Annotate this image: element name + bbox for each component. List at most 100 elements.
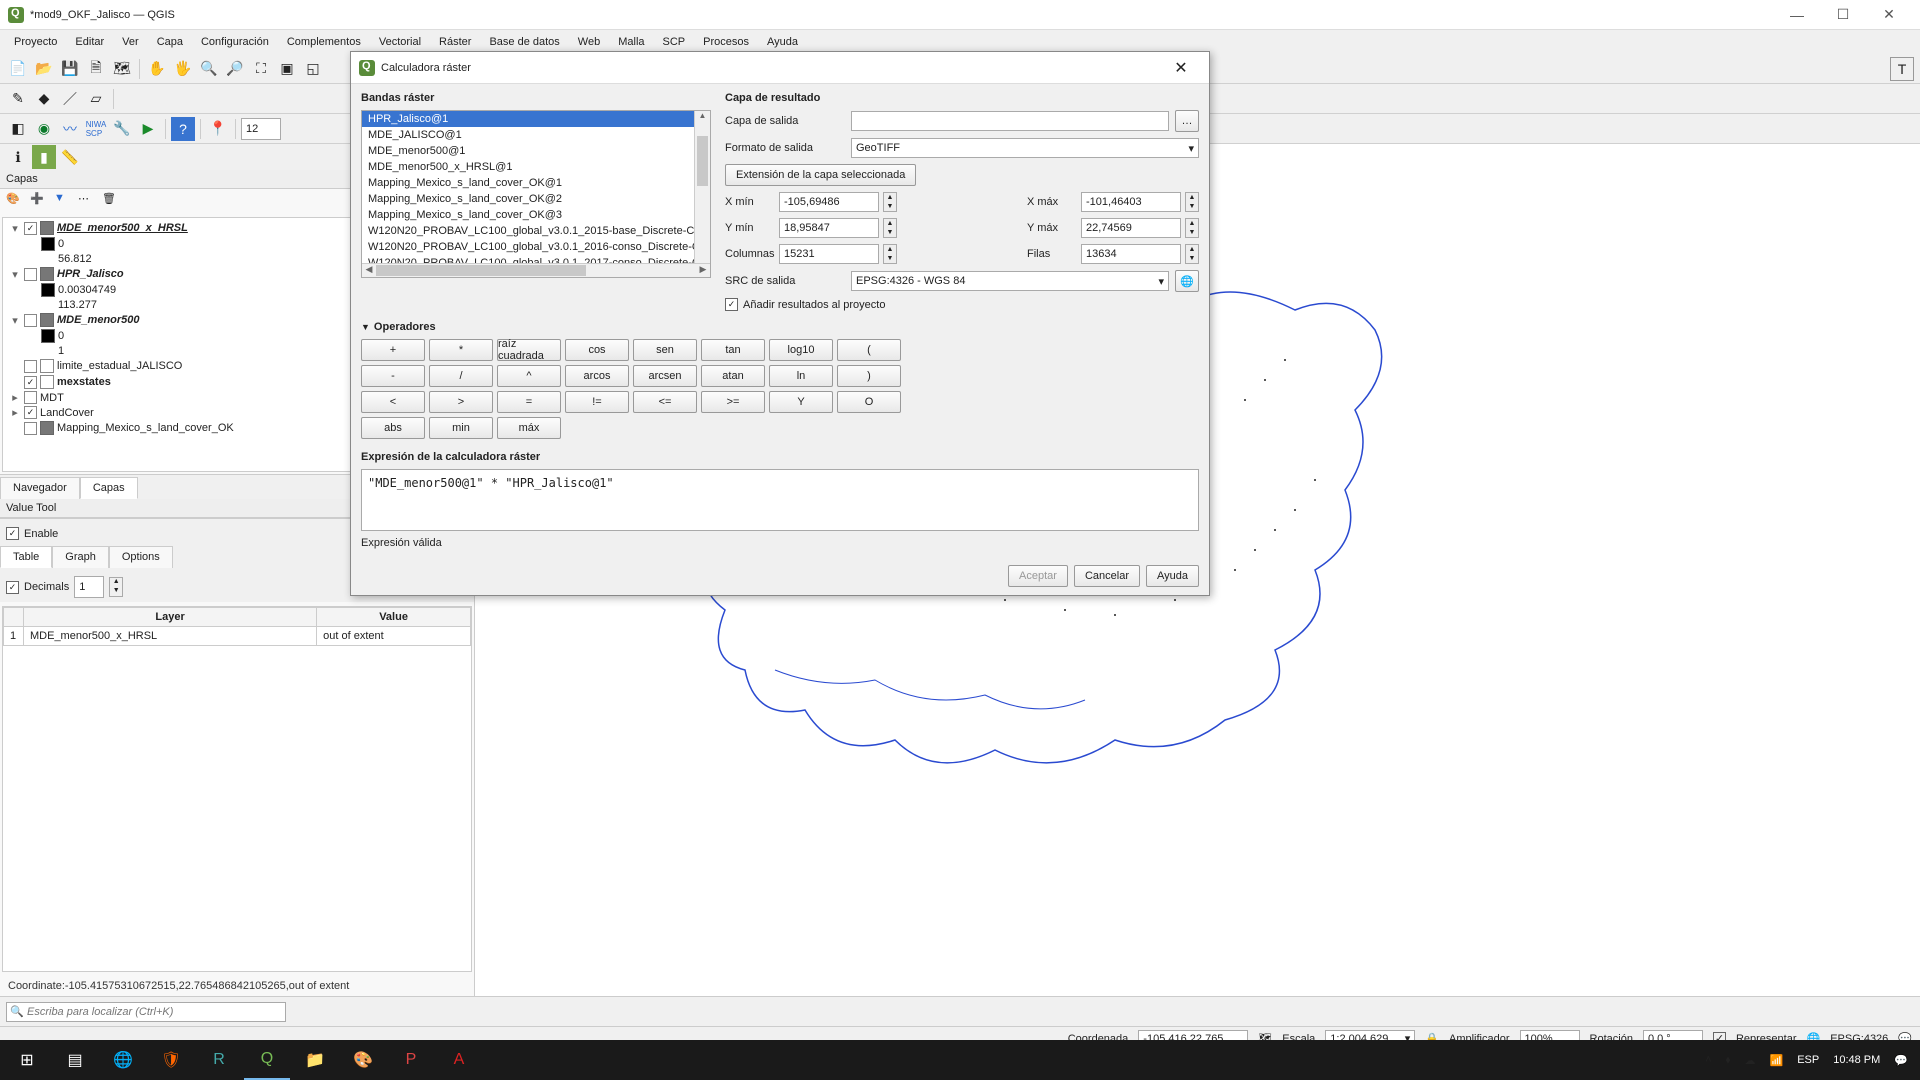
op-eq[interactable]: =: [497, 391, 561, 413]
notifications-icon[interactable]: 💬: [1894, 1054, 1908, 1067]
op-sqrt[interactable]: raíz cuadrada: [497, 339, 561, 361]
menu-procesos[interactable]: Procesos: [695, 33, 757, 51]
tab-table[interactable]: Table: [0, 546, 52, 568]
maximize-button[interactable]: ☐: [1820, 0, 1866, 30]
op-pow[interactable]: ^: [497, 365, 561, 387]
menu-raster[interactable]: Ráster: [431, 33, 479, 51]
extent-button[interactable]: Extensión de la capa seleccionada: [725, 164, 916, 186]
scp-run-icon[interactable]: ▶: [136, 117, 160, 141]
op-lte[interactable]: <=: [633, 391, 697, 413]
expand-toggle[interactable]: ▾: [9, 222, 21, 235]
list-item[interactable]: W120N20_PROBAV_LC100_global_v3.0.1_2016-…: [362, 239, 710, 255]
bands-listbox[interactable]: HPR_Jalisco@1 MDE_JALISCO@1 MDE_menor500…: [361, 110, 711, 278]
op-div[interactable]: /: [429, 365, 493, 387]
layer-checkbox[interactable]: [24, 268, 37, 281]
menu-configuracion[interactable]: Configuración: [193, 33, 277, 51]
menu-basedatos[interactable]: Base de datos: [481, 33, 567, 51]
layer-name[interactable]: Mapping_Mexico_s_land_cover_OK: [57, 422, 234, 434]
brave-icon[interactable]: 🛡: [148, 1040, 194, 1080]
style-icon[interactable]: 🎨: [6, 192, 26, 212]
expand-toggle[interactable]: ▸: [9, 406, 21, 419]
horizontal-scrollbar[interactable]: ◀▶: [362, 263, 710, 277]
op-rparen[interactable]: ): [837, 365, 901, 387]
menu-ayuda[interactable]: Ayuda: [759, 33, 806, 51]
dropbox-icon[interactable]: ⬧: [1726, 1054, 1731, 1067]
layer-name[interactable]: HPR_Jalisco: [57, 268, 124, 280]
poly-icon[interactable]: ▱: [84, 87, 108, 111]
output-format-select[interactable]: GeoTIFF▾: [851, 138, 1199, 158]
layer-name[interactable]: MDT: [40, 392, 64, 404]
tray-lang[interactable]: ESP: [1797, 1054, 1819, 1066]
menu-scp[interactable]: SCP: [655, 33, 694, 51]
identify-icon[interactable]: ℹ: [6, 145, 30, 169]
start-icon[interactable]: ⊞: [4, 1040, 50, 1080]
op-gt[interactable]: >: [429, 391, 493, 413]
chrome-icon[interactable]: 🌐: [100, 1040, 146, 1080]
expand-icon[interactable]: ⋯: [78, 192, 98, 212]
taskview-icon[interactable]: ▤: [52, 1040, 98, 1080]
list-item[interactable]: MDE_JALISCO@1: [362, 127, 710, 143]
menu-complementos[interactable]: Complementos: [279, 33, 369, 51]
op-acos[interactable]: arcos: [565, 365, 629, 387]
list-item[interactable]: Mapping_Mexico_s_land_cover_OK@3: [362, 207, 710, 223]
rows-input[interactable]: 13634: [1081, 244, 1181, 264]
list-item[interactable]: MDE_menor500@1: [362, 143, 710, 159]
tab-navegador[interactable]: Navegador: [0, 477, 80, 499]
xmax-spinner[interactable]: ▲▼: [1185, 192, 1199, 212]
zoom-selection-icon[interactable]: ▣: [275, 57, 299, 81]
pan-icon[interactable]: ✋: [145, 57, 169, 81]
browse-button[interactable]: …: [1175, 110, 1199, 132]
text-annotation-icon[interactable]: T: [1890, 57, 1914, 81]
tray-time[interactable]: 10:48 PM: [1833, 1054, 1880, 1066]
menu-proyecto[interactable]: Proyecto: [6, 33, 65, 51]
op-abs[interactable]: abs: [361, 417, 425, 439]
save-project-icon[interactable]: 💾: [58, 57, 82, 81]
operators-header[interactable]: Operadores: [361, 321, 1199, 333]
decimals-input[interactable]: 1: [74, 576, 104, 598]
decimals-checkbox[interactable]: ✓: [6, 581, 19, 594]
layer-checkbox[interactable]: [24, 360, 37, 373]
toolbar-number-input[interactable]: 12: [241, 118, 281, 140]
expression-textarea[interactable]: "MDE_menor500@1" * "HPR_Jalisco@1": [361, 469, 1199, 531]
xmin-spinner[interactable]: ▲▼: [883, 192, 897, 212]
scp-roi-icon[interactable]: ◉: [32, 117, 56, 141]
qgis-task-icon[interactable]: Q: [244, 1040, 290, 1080]
op-log10[interactable]: log10: [769, 339, 833, 361]
scp-spectral-icon[interactable]: 〰: [58, 117, 82, 141]
spin-up-icon[interactable]: ▲: [110, 578, 122, 587]
tab-graph[interactable]: Graph: [52, 546, 109, 568]
remove-icon[interactable]: 🗑: [102, 192, 122, 212]
op-neq[interactable]: !=: [565, 391, 629, 413]
layer-checkbox[interactable]: ✓: [24, 376, 37, 389]
edit-icon[interactable]: ✎: [6, 87, 30, 111]
tab-capas[interactable]: Capas: [80, 477, 138, 499]
layer-checkbox[interactable]: ✓: [24, 406, 37, 419]
op-cos[interactable]: cos: [565, 339, 629, 361]
layer-checkbox[interactable]: ✓: [24, 222, 37, 235]
menu-capa[interactable]: Capa: [149, 33, 191, 51]
spin-down-icon[interactable]: ▼: [110, 587, 122, 596]
new-project-icon[interactable]: 📄: [6, 57, 30, 81]
ymax-spinner[interactable]: ▲▼: [1185, 218, 1199, 238]
op-asin[interactable]: arcsen: [633, 365, 697, 387]
marker-icon[interactable]: 📍: [206, 117, 230, 141]
layout-icon[interactable]: 🗺: [110, 57, 134, 81]
list-item[interactable]: W120N20_PROBAV_LC100_global_v3.0.1_2015-…: [362, 223, 710, 239]
saveas-icon[interactable]: 🗎: [84, 57, 108, 81]
op-or[interactable]: O: [837, 391, 901, 413]
close-button[interactable]: ✕: [1866, 0, 1912, 30]
paint-icon[interactable]: 🎨: [340, 1040, 386, 1080]
onedrive-icon[interactable]: ☁: [1744, 1054, 1755, 1067]
op-min[interactable]: min: [429, 417, 493, 439]
line-icon[interactable]: ／: [58, 87, 82, 111]
cols-spinner[interactable]: ▲▼: [883, 244, 897, 264]
layer-name[interactable]: mexstates: [57, 376, 111, 388]
expand-toggle[interactable]: ▾: [9, 314, 21, 327]
filter-icon[interactable]: ▼: [54, 192, 74, 212]
expand-toggle[interactable]: ▸: [9, 391, 21, 404]
layer-checkbox[interactable]: [24, 422, 37, 435]
help-button[interactable]: Ayuda: [1146, 565, 1199, 587]
ymin-input[interactable]: 18,95847: [779, 218, 879, 238]
scp-dock-icon[interactable]: ◧: [6, 117, 30, 141]
crs-picker-button[interactable]: 🌐: [1175, 270, 1199, 292]
